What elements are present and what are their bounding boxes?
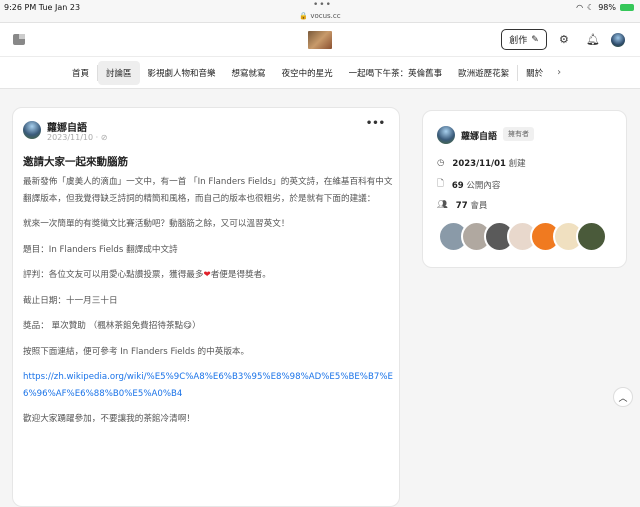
member-avatar[interactable] <box>576 221 607 252</box>
battery-percent: 98% <box>598 3 616 12</box>
tab-about[interactable]: 關於 <box>518 61 551 85</box>
author-avatar[interactable] <box>23 121 41 139</box>
create-label: 創作 <box>509 36 528 46</box>
created-label: 創建 <box>508 159 526 169</box>
edit-icon: ✎ <box>531 34 539 45</box>
members-stat: 👥︎ 77 會員 <box>437 199 487 211</box>
wikipedia-link[interactable]: https://zh.wikipedia.org/wiki/%E5%9C%A8%… <box>23 372 393 399</box>
paragraph: 按照下面連結，便可參考 In Flanders Fields 的中英版本。 <box>23 346 250 357</box>
author-name[interactable]: 蘿娜自語 <box>47 119 87 134</box>
url-text: vocus.cc <box>310 12 341 20</box>
status-bar: 9:26 PM Tue Jan 23 ••• 🔒 vocus.cc ◠ ☾ 98% <box>0 0 640 22</box>
url-bar[interactable]: 🔒 vocus.cc <box>0 12 640 20</box>
created-stat: ◷ 2023/11/01 創建 <box>437 157 526 169</box>
paragraph: 截止日期：十一月三十日 <box>23 295 118 306</box>
tab-writing[interactable]: 想寫就寫 <box>224 61 274 85</box>
community-name[interactable]: 蘿娜自語 <box>461 129 497 142</box>
paragraph: 題目：In Flanders Fields 翻譯成中文詩 <box>23 244 178 255</box>
top-nav: 創作 ✎ ⚙ 🔔︎ <box>0 22 640 57</box>
clock-icon: ◷ <box>437 158 445 168</box>
users-icon: 👥︎ <box>437 200 448 210</box>
tab-afternoon-tea[interactable]: 一起喝下午茶：英倫舊事 <box>341 61 451 85</box>
members-count: 77 <box>455 201 468 211</box>
more-dots-icon[interactable]: ••• <box>313 0 332 10</box>
tab-home[interactable]: 首頁 <box>64 61 97 85</box>
post-body: 最新發佈「虞美人的滴血」一文中，有一首 「In Flanders Fields」… <box>23 174 393 437</box>
battery-icon <box>620 4 634 11</box>
posts-label: 公開內容 <box>466 181 501 191</box>
post-title: 邀請大家一起來動腦筋 <box>23 156 128 168</box>
owner-badge: 擁有者 <box>503 127 534 141</box>
judge-text: 評判：各位文友可以用愛心點讚投票，獲得最多 <box>23 270 204 280</box>
sidebar-toggle-icon[interactable] <box>13 34 25 45</box>
paragraph: 獎品： 單次贊助 （楓林茶館免費招待茶點😋） <box>23 321 201 331</box>
paragraph: 就來一次簡單的有獎徵文比賽活動吧？動腦筋之餘，又可以溫習英文！ <box>23 219 290 229</box>
tab-starlight[interactable]: 夜空中的星光 <box>274 61 341 85</box>
tab-film-music[interactable]: 影視劇人物和音樂 <box>140 61 224 85</box>
wifi-icon: ◠ <box>576 3 584 12</box>
created-date: 2023/11/01 <box>452 159 506 169</box>
members-label: 會員 <box>470 201 488 211</box>
status-time: 9:26 PM Tue Jan 23 <box>4 3 81 12</box>
community-info-card: 蘿娜自語 擁有者 ◷ 2023/11/01 創建 🗋 69 公開內容 👥︎ 77 會員 <box>422 110 627 268</box>
moon-icon: ☾ <box>587 3 595 12</box>
tab-bar: 首頁 討論區 影視劇人物和音樂 想寫就寫 夜空中的星光 一起喝下午茶：英倫舊事 … <box>0 57 640 89</box>
paragraph-judge: 評判：各位文友可以用愛心點讚投票，獲得最多❤者便是得獎者。 <box>23 267 393 284</box>
paragraph: 歡迎大家踴躍參加，不要讓我的茶館冷清啊！ <box>23 414 195 424</box>
paragraph: 最新發佈「虞美人的滴血」一文中，有一首 「In Flanders Fields」… <box>23 177 393 204</box>
site-logo[interactable] <box>308 31 332 49</box>
user-avatar[interactable] <box>611 33 625 47</box>
heart-icon: ❤ <box>203 270 211 280</box>
judge-text-end: 者便是得獎者。 <box>210 270 271 280</box>
chevron-up-icon: ︿ <box>618 393 628 404</box>
post-date: 2023/11/10 · ⊘ <box>47 133 107 142</box>
scroll-to-top-button[interactable]: ︿ <box>613 387 633 407</box>
globe-icon: ⊘ <box>100 133 108 142</box>
post-date-text: 2023/11/10 · <box>47 133 101 142</box>
posts-stat: 🗋 69 公開內容 <box>437 178 500 192</box>
create-button[interactable]: 創作 ✎ <box>501 29 547 50</box>
post-card: 蘿娜自語 2023/11/10 · ⊘ ••• 邀請大家一起來動腦筋 最新發佈「… <box>12 107 400 507</box>
tab-discussion[interactable]: 討論區 <box>98 60 140 85</box>
member-avatars <box>438 221 607 252</box>
bell-icon[interactable]: 🔔︎ <box>586 33 600 46</box>
community-avatar[interactable] <box>437 126 455 144</box>
posts-count: 69 <box>451 181 464 191</box>
tab-europe[interactable]: 歐洲遊歷花絮 <box>450 61 517 85</box>
more-options-icon[interactable]: ••• <box>366 118 385 129</box>
document-icon: 🗋 <box>437 179 444 189</box>
chevron-right-icon[interactable]: › <box>557 67 561 78</box>
settings-icon[interactable]: ⚙ <box>559 33 569 46</box>
